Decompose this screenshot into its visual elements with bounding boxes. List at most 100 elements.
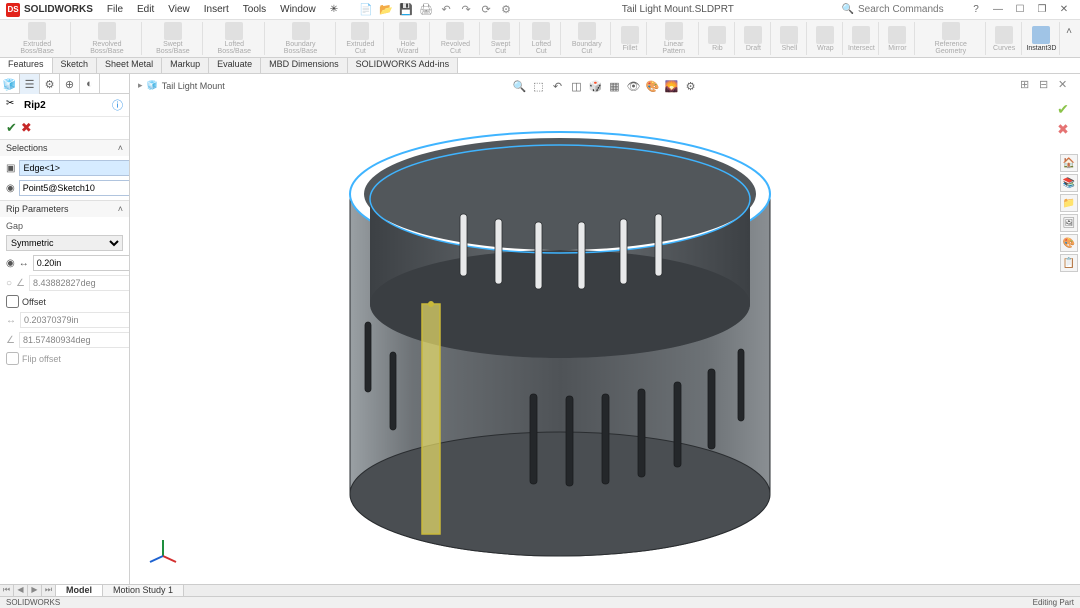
ribbon-extruded-boss-base[interactable]: Extruded Boss/Base xyxy=(4,22,71,55)
undo-icon[interactable]: ↶ xyxy=(438,2,454,18)
apply-scene-icon[interactable]: 🌄 xyxy=(664,78,680,94)
view-settings-icon[interactable]: ⚙ xyxy=(683,78,699,94)
dimxpert-tab-icon[interactable]: ⊕ xyxy=(60,74,80,94)
display-manager-tab-icon[interactable]: ◐ xyxy=(80,74,100,94)
view-palette-tab-icon[interactable]: 🖼 xyxy=(1060,214,1078,232)
hide-show-icon[interactable]: 👁 xyxy=(626,78,642,94)
view-triad[interactable] xyxy=(148,536,178,566)
menu-more-icon[interactable]: ✳ xyxy=(324,2,344,17)
ribbon-curves[interactable]: Curves xyxy=(988,22,1022,55)
cmd-tab-evaluate[interactable]: Evaluate xyxy=(209,58,261,73)
save-icon[interactable]: 💾 xyxy=(398,2,414,18)
ribbon-revolved-cut[interactable]: Revolved Cut xyxy=(432,22,480,55)
graphics-viewport[interactable]: ▸ 🧊 Tail Light Mount 🔍 ⬚ ↶ ◫ 🎲 ▦ 👁 🎨 🌄 ⚙… xyxy=(130,74,1080,586)
manager-tabs: 🧊 ☰ ⚙ ⊕ ◐ xyxy=(0,74,129,94)
ribbon-mirror[interactable]: Mirror xyxy=(881,22,915,55)
ribbon-wrap[interactable]: Wrap xyxy=(809,22,843,55)
ribbon-linear-pattern[interactable]: Linear Pattern xyxy=(649,22,698,55)
restore-icon[interactable]: ❐ xyxy=(1032,2,1052,18)
point-select-icon[interactable]: ◉ xyxy=(6,181,15,195)
rebuild-icon[interactable]: ⟳ xyxy=(478,2,494,18)
panel-close-icon[interactable]: ✕ xyxy=(1058,78,1074,94)
panel-expand-icon[interactable]: ⊞ xyxy=(1020,78,1036,94)
ribbon-fillet[interactable]: Fillet xyxy=(613,22,647,55)
ribbon-boundary-boss-base[interactable]: Boundary Boss/Base xyxy=(267,22,336,55)
design-library-tab-icon[interactable]: 📚 xyxy=(1060,174,1078,192)
ribbon-rib[interactable]: Rib xyxy=(701,22,735,55)
help-icon[interactable]: ? xyxy=(966,2,986,18)
print-icon[interactable]: 🖨 xyxy=(418,2,434,18)
menu-file[interactable]: File xyxy=(101,2,129,17)
ribbon-extruded-cut[interactable]: Extruded Cut xyxy=(338,22,385,55)
confirm-cancel-icon[interactable]: ✖ xyxy=(1052,120,1074,138)
ribbon-intersect[interactable]: Intersect xyxy=(845,22,879,55)
selection-edge-input[interactable] xyxy=(19,160,129,176)
cmd-tab-sheet-metal[interactable]: Sheet Metal xyxy=(97,58,162,73)
menu-insert[interactable]: Insert xyxy=(198,2,235,17)
property-manager-tab-icon[interactable]: ☰ xyxy=(20,74,40,94)
radio-angle-icon[interactable]: ○ xyxy=(6,276,12,290)
ribbon-hole-wizard[interactable]: Hole Wizard xyxy=(386,22,430,55)
menu-window[interactable]: Window xyxy=(274,2,322,17)
ribbon-swept-cut[interactable]: Swept Cut xyxy=(482,22,521,55)
pm-ok-icon[interactable]: ✔ xyxy=(6,120,17,136)
edge-select-icon[interactable]: ▣ xyxy=(6,161,15,175)
feature-manager-tab-icon[interactable]: 🧊 xyxy=(0,74,20,94)
section-view-icon[interactable]: ◫ xyxy=(569,78,585,94)
zoom-area-icon[interactable]: ⬚ xyxy=(531,78,547,94)
menu-view[interactable]: View xyxy=(162,2,196,17)
display-style-icon[interactable]: ▦ xyxy=(607,78,623,94)
menu-edit[interactable]: Edit xyxy=(131,2,160,17)
view-orientation-icon[interactable]: 🎲 xyxy=(588,78,604,94)
breadcrumb[interactable]: ▸ 🧊 Tail Light Mount xyxy=(138,80,225,91)
gap-dim-icon: ↔ xyxy=(19,256,29,270)
zoom-fit-icon[interactable]: 🔍 xyxy=(512,78,528,94)
pm-help-icon[interactable]: ⓘ xyxy=(112,97,123,113)
ribbon-lofted-boss-base[interactable]: Lofted Boss/Base xyxy=(205,22,264,55)
cmd-tab-solidworks-add-ins[interactable]: SOLIDWORKS Add-ins xyxy=(348,58,459,73)
edit-appearance-icon[interactable]: 🎨 xyxy=(645,78,661,94)
new-icon[interactable]: 📄 xyxy=(358,2,374,18)
cmd-tab-sketch[interactable]: Sketch xyxy=(53,58,98,73)
cmd-tab-mbd-dimensions[interactable]: MBD Dimensions xyxy=(261,58,348,73)
ribbon-lofted-cut[interactable]: Lofted Cut xyxy=(522,22,561,55)
ribbon-boundary-cut[interactable]: Boundary Cut xyxy=(563,22,611,55)
gap-type-select[interactable]: Symmetric xyxy=(6,235,123,251)
breadcrumb-part-name[interactable]: Tail Light Mount xyxy=(162,81,225,91)
cmd-tab-features[interactable]: Features xyxy=(0,58,53,73)
offset-checkbox-label[interactable]: Offset xyxy=(6,295,46,308)
ribbon-reference-geometry[interactable]: Reference Geometry xyxy=(917,22,986,55)
ribbon-revolved-boss-base[interactable]: Revolved Boss/Base xyxy=(73,22,141,55)
ribbon-instant3d[interactable]: Instant3D xyxy=(1024,22,1061,55)
pm-rip-params-header[interactable]: Rip Parameters ˄ xyxy=(0,201,129,217)
appearances-tab-icon[interactable]: 🎨 xyxy=(1060,234,1078,252)
breadcrumb-expand-icon[interactable]: ▸ xyxy=(138,80,143,91)
pm-cancel-icon[interactable]: ✖ xyxy=(21,120,32,136)
radio-gap-icon[interactable]: ◉ xyxy=(6,256,15,270)
pm-selections-header[interactable]: Selections ˄ xyxy=(0,140,129,156)
open-icon[interactable]: 📂 xyxy=(378,2,394,18)
close-icon[interactable]: ✕ xyxy=(1054,2,1074,18)
resources-tab-icon[interactable]: 🏠 xyxy=(1060,154,1078,172)
redo-icon[interactable]: ↷ xyxy=(458,2,474,18)
custom-props-tab-icon[interactable]: 📋 xyxy=(1060,254,1078,272)
menu-tools[interactable]: Tools xyxy=(237,2,272,17)
ribbon-shell[interactable]: Shell xyxy=(773,22,807,55)
offset-checkbox[interactable] xyxy=(6,295,19,308)
options-icon[interactable]: ⚙ xyxy=(498,2,514,18)
configuration-manager-tab-icon[interactable]: ⚙ xyxy=(40,74,60,94)
ribbon-collapse-icon[interactable]: ˄ xyxy=(1062,22,1076,55)
gap-value-input[interactable] xyxy=(33,255,129,271)
ribbon-draft[interactable]: Draft xyxy=(737,22,771,55)
minimize-icon[interactable]: — xyxy=(988,2,1008,18)
main-area: 🧊 ☰ ⚙ ⊕ ◐ ✂ Rip2 ⓘ ✔ ✖ Selections ˄ xyxy=(0,74,1080,586)
panel-collapse-icon[interactable]: ⊟ xyxy=(1039,78,1055,94)
cmd-tab-markup[interactable]: Markup xyxy=(162,58,209,73)
file-explorer-tab-icon[interactable]: 📁 xyxy=(1060,194,1078,212)
selection-point-input[interactable] xyxy=(19,180,129,196)
ribbon-swept-boss-base[interactable]: Swept Boss/Base xyxy=(144,22,203,55)
maximize-icon[interactable]: ☐ xyxy=(1010,2,1030,18)
previous-view-icon[interactable]: ↶ xyxy=(550,78,566,94)
search-input[interactable] xyxy=(858,4,958,15)
confirm-ok-icon[interactable]: ✔ xyxy=(1052,100,1074,118)
